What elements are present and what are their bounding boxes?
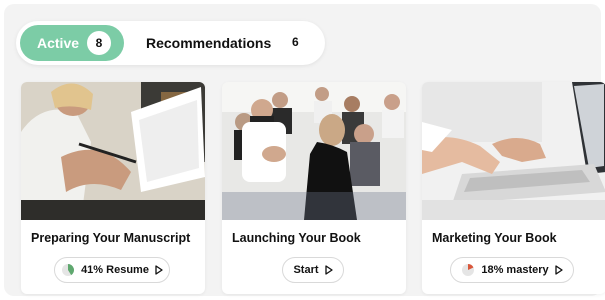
tab-count-badge: 8 (87, 31, 111, 55)
tab-count: 6 (292, 35, 299, 49)
progress-ring-icon (462, 264, 475, 276)
course-card-marketing-book[interactable]: Marketing Your Book 18% mastery (422, 82, 605, 294)
course-title: Preparing Your Manuscript (31, 231, 191, 245)
tab-label: Active (37, 35, 80, 51)
play-icon (324, 265, 333, 275)
start-button[interactable]: Start (282, 257, 344, 283)
course-card-preparing-manuscript[interactable]: Preparing Your Manuscript 41% Resume (21, 82, 205, 294)
course-card-launching-book[interactable]: Launching Your Book Start (222, 82, 406, 294)
start-label: Start (293, 264, 319, 276)
tab-active[interactable]: Active 8 (20, 25, 124, 61)
course-title: Launching Your Book (232, 231, 361, 245)
tab-recommendations[interactable]: Recommendations 6 (134, 25, 322, 61)
course-thumbnail (422, 82, 605, 220)
tab-switcher: Active 8 Recommendations 6 (16, 21, 325, 65)
progress-ring-icon (62, 264, 75, 276)
play-icon (155, 265, 163, 275)
play-icon (554, 265, 563, 275)
course-thumbnail (222, 82, 406, 220)
course-thumbnail (21, 82, 205, 220)
mastery-label: 18% mastery (481, 264, 549, 276)
tab-label: Recommendations (146, 35, 272, 51)
resume-button[interactable]: 41% Resume (54, 257, 170, 283)
resume-label: 41% Resume (81, 264, 149, 276)
course-panel: Active 8 Recommendations 6 Preparing You… (4, 4, 605, 296)
course-title: Marketing Your Book (432, 231, 557, 245)
mastery-button[interactable]: 18% mastery (450, 257, 574, 283)
